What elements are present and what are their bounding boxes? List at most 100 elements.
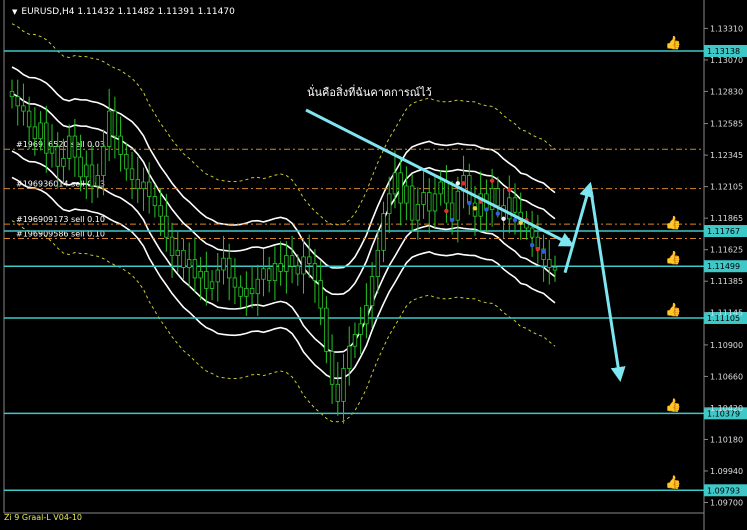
thumbs-up-icon: 👍 — [665, 397, 681, 413]
signal-dot — [501, 216, 506, 222]
signal-dot — [461, 181, 466, 186]
candle-body — [238, 286, 243, 297]
candle-body — [249, 288, 255, 295]
price-tick-label: 1.12345 — [710, 151, 743, 160]
candle-body — [9, 91, 15, 98]
candle-body — [61, 158, 66, 167]
candle-body — [364, 305, 369, 325]
candle-body — [84, 164, 89, 178]
candle-body — [272, 263, 278, 281]
candle-body — [335, 383, 340, 402]
candle-body — [66, 135, 72, 159]
price-tick-label: 1.10420 — [710, 404, 743, 413]
candle-body — [152, 196, 158, 207]
price-tick-label: 1.11145 — [710, 309, 743, 318]
candle-body — [307, 256, 312, 264]
candle-body — [267, 268, 272, 281]
candle-body — [278, 263, 283, 272]
candle-body — [95, 175, 100, 187]
candle-body — [129, 168, 135, 180]
candle-body — [369, 276, 375, 306]
candle-body — [124, 154, 129, 170]
candle-body — [204, 270, 209, 289]
candle-body — [312, 263, 318, 281]
candle-body — [118, 135, 123, 155]
candle-body — [449, 202, 455, 221]
signal-dot — [529, 242, 535, 248]
candle-body — [255, 278, 260, 295]
price-tick-label: 1.13310 — [710, 24, 743, 33]
candle-body — [164, 215, 169, 238]
signal-dot — [489, 178, 495, 183]
candle-body — [432, 193, 438, 212]
candle-body — [244, 288, 249, 297]
signal-dot — [472, 206, 478, 211]
annotation-text: นั่นคือสิ่งที่ฉันคาดการณ์ไว้ — [307, 86, 432, 99]
signal-dot — [495, 211, 501, 216]
signal-dot — [507, 187, 512, 193]
candle-body — [21, 105, 26, 112]
symbol-header: ▼ EURUSD,H4 1.11432 1.11482 1.11391 1.114… — [12, 7, 235, 17]
candle-body — [415, 203, 421, 221]
signal-dot — [467, 200, 472, 206]
candle-body — [295, 265, 300, 275]
candle-body — [398, 172, 403, 204]
candle-body — [169, 236, 175, 256]
candle-body — [547, 259, 552, 268]
candle-body — [261, 268, 266, 280]
candle-body — [352, 333, 358, 347]
thumbs-up-icon: 👍 — [665, 474, 681, 490]
candle-body — [455, 190, 461, 221]
candle-body — [381, 213, 386, 251]
candle-body — [341, 368, 346, 402]
level-price-label: 1.11767 — [707, 227, 740, 236]
price-tick-label: 1.12105 — [710, 183, 743, 192]
candle-body — [301, 256, 306, 275]
candle-body — [444, 181, 449, 204]
candle-body — [38, 122, 43, 140]
price-tick-label: 1.11865 — [710, 214, 743, 223]
price-tick-label: 1.09700 — [710, 498, 743, 507]
candle-body — [146, 181, 152, 197]
candle-body — [72, 135, 78, 158]
price-tick-label: 1.10900 — [710, 341, 743, 350]
candle-body — [392, 172, 398, 195]
candle-body — [427, 192, 432, 212]
candle-body — [26, 110, 32, 128]
price-tick-label: 1.09940 — [710, 467, 743, 476]
candle-body — [329, 351, 335, 385]
candle-body — [375, 249, 381, 278]
price-tick-label: 1.10180 — [710, 435, 743, 444]
chart-background — [0, 0, 747, 530]
candle-body — [289, 255, 295, 267]
thumbs-up-icon: 👍 — [665, 250, 681, 266]
candle-body — [186, 259, 192, 268]
candle-body — [215, 269, 220, 283]
candle-body — [507, 197, 512, 220]
price-tick-label: 1.12830 — [710, 87, 743, 96]
candle-body — [495, 188, 501, 207]
candle-body — [226, 257, 232, 279]
candle-body — [44, 122, 49, 154]
thumbs-up-icon: 👍 — [665, 215, 681, 231]
candle-body — [89, 164, 95, 187]
candle-body — [347, 345, 352, 369]
signal-dot — [512, 217, 518, 223]
signal-dot — [535, 246, 541, 252]
candle-body — [421, 192, 426, 205]
candle-body — [101, 146, 106, 176]
candle-body — [324, 307, 329, 352]
candle-body — [318, 280, 323, 309]
candle-body — [158, 205, 163, 217]
thumbs-up-icon: 👍 — [665, 35, 681, 51]
indicator-name: Zi 9 Graal-L V04-10 — [4, 513, 82, 522]
level-price-label: 1.13138 — [707, 47, 740, 56]
order-label: #196909173 sell 0.10 — [16, 215, 105, 224]
candle-body — [438, 181, 443, 195]
candle-body — [78, 156, 83, 178]
price-tick-label: 1.10660 — [710, 372, 743, 381]
candle-body — [358, 323, 363, 335]
level-price-label: 1.11499 — [707, 262, 740, 271]
price-chart[interactable]: #196936520 sell 0.03#196936014 sell 0.03… — [0, 0, 747, 530]
candle-body — [552, 267, 558, 271]
